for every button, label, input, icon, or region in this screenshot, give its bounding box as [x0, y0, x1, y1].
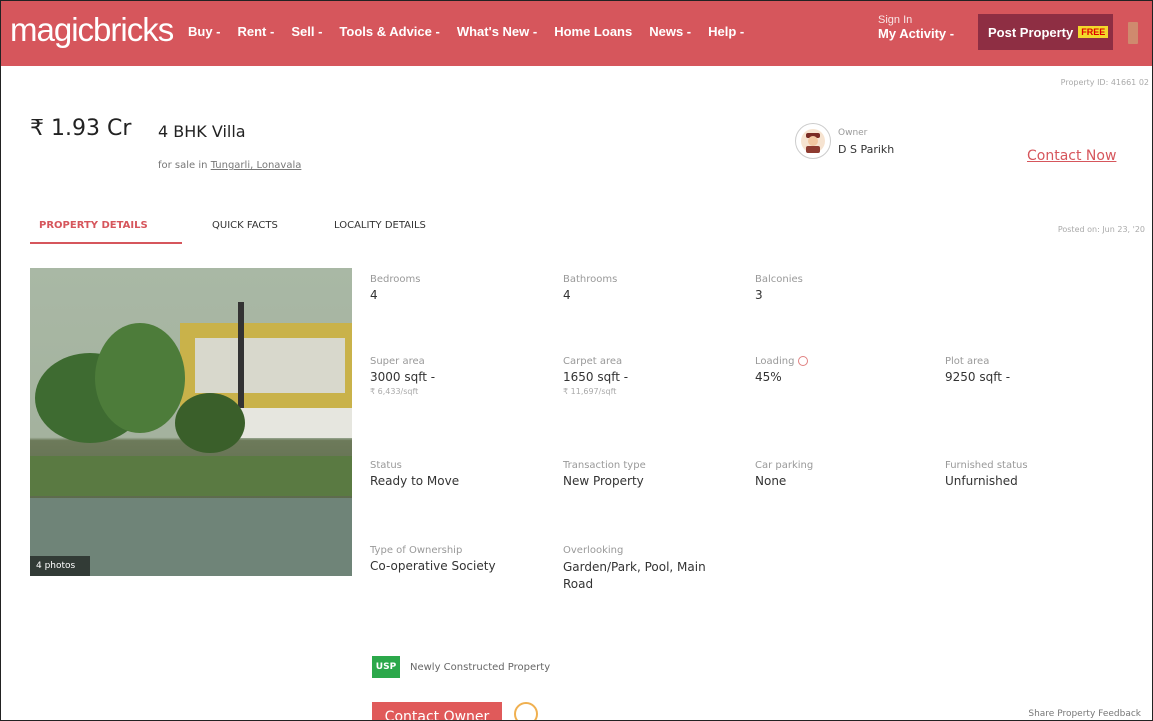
screenshot-frame [0, 0, 1153, 721]
